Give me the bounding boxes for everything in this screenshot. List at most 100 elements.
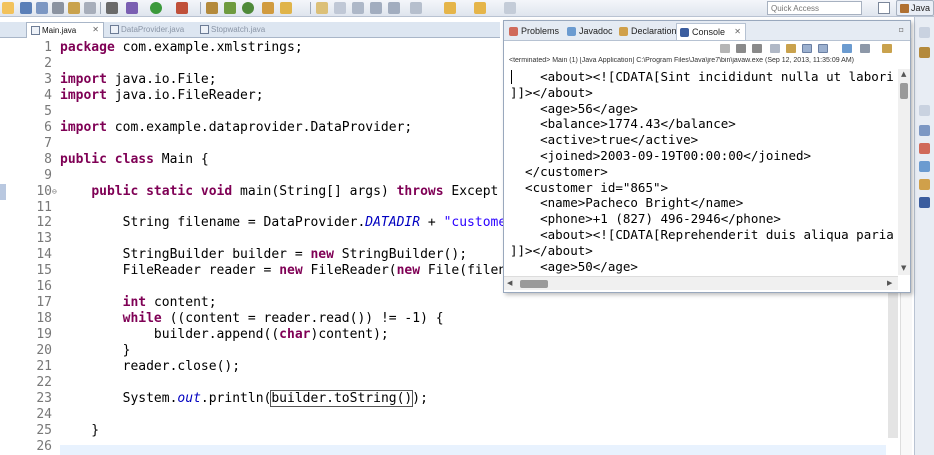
console-vertical-scrollbar[interactable]: ▲ ▼ — [898, 69, 910, 275]
outline-icon[interactable] — [919, 125, 930, 136]
word-wrap-icon[interactable] — [802, 44, 812, 53]
code-editor[interactable]: 1 package com.example.xmlstrings; 2 3 import… — [0, 38, 886, 455]
console-output[interactable]: <about><![CDATA[Sint incididunt nulla ut… — [504, 69, 900, 275]
code-token: [] — [326, 183, 350, 199]
open-icon[interactable] — [68, 2, 80, 14]
tab-console[interactable]: Console ✕ — [676, 23, 746, 40]
remove-launch-icon[interactable] — [736, 44, 746, 53]
keyword: class — [114, 151, 154, 167]
line-number: 8 — [44, 151, 52, 167]
print-preview-icon[interactable] — [84, 2, 96, 14]
open-console-icon[interactable] — [882, 44, 892, 53]
declaration-icon[interactable] — [919, 179, 930, 190]
debug-icon[interactable] — [126, 2, 138, 14]
back-icon[interactable] — [444, 2, 456, 14]
forward-icon[interactable] — [474, 2, 486, 14]
new-java-project-icon[interactable] — [206, 2, 218, 14]
code-token: . — [200, 390, 209, 406]
save-all-icon[interactable] — [36, 2, 48, 14]
pin-console-icon[interactable] — [842, 44, 852, 53]
tab-main-java[interactable]: Main.java ✕ — [26, 22, 104, 38]
previous-annotation-icon[interactable] — [388, 2, 400, 14]
quick-access-input[interactable] — [767, 1, 862, 15]
print-icon[interactable] — [52, 2, 64, 14]
remove-all-terminated-icon[interactable] — [752, 44, 762, 53]
close-icon[interactable]: ✕ — [734, 27, 741, 36]
new-class-icon[interactable] — [242, 2, 254, 14]
code-token: . — [326, 390, 334, 406]
package-explorer-icon[interactable] — [919, 47, 930, 58]
tab-declaration[interactable]: Declaration — [616, 23, 682, 40]
tab-dataprovider-java[interactable]: DataProvider.java — [106, 22, 196, 38]
run-icon[interactable] — [150, 2, 162, 14]
new-icon[interactable] — [2, 2, 14, 14]
perspective-java-button[interactable]: Java — [896, 0, 934, 16]
terminate-icon[interactable] — [720, 44, 730, 53]
keyword: throws — [396, 183, 444, 199]
tab-problems[interactable]: Problems — [506, 23, 563, 40]
toggle-mark-occurrences-icon[interactable] — [316, 2, 328, 14]
code-token: () — [396, 390, 413, 406]
close-icon[interactable]: ✕ — [92, 25, 99, 34]
problems-icon[interactable] — [919, 143, 930, 154]
code-token: + — [420, 215, 444, 231]
search-icon[interactable] — [280, 2, 292, 14]
code-text: import java.io.FileReader; — [60, 88, 264, 104]
code-text: public static void main(String[] args) t… — [60, 184, 498, 200]
scrollbar-thumb[interactable] — [520, 280, 548, 288]
code-token: io — [153, 71, 170, 87]
code-token: reader — [263, 311, 311, 327]
scrollbar-thumb[interactable] — [888, 288, 898, 438]
keyword: int — [122, 295, 147, 311]
code-line: 26 — [0, 439, 934, 455]
external-tools-icon[interactable] — [176, 2, 188, 14]
scroll-left-icon[interactable]: ◀ — [507, 279, 512, 287]
open-perspective-icon[interactable] — [878, 2, 890, 14]
line-number: 24 — [36, 406, 52, 422]
tab-javadoc[interactable]: Javadoc — [564, 23, 616, 40]
code-token: append — [216, 327, 264, 343]
save-icon[interactable] — [20, 2, 32, 14]
new-package-icon[interactable] — [224, 2, 236, 14]
console-output-line: <customer id="865"> — [510, 179, 669, 195]
show-whitespace-icon[interactable] — [352, 2, 364, 14]
code-token: Except — [451, 183, 499, 199]
last-edit-location-icon[interactable] — [410, 2, 422, 14]
clear-console-icon[interactable] — [770, 44, 780, 53]
tab-stopwatch-java[interactable]: Stopwatch.java — [196, 22, 286, 38]
maximize-icon[interactable]: ▫ — [899, 25, 904, 34]
tab-label: DataProvider.java — [121, 25, 185, 34]
fold-toggle-icon[interactable]: ⊖ — [52, 187, 58, 195]
code-line: 18 while ((content = reader.read()) != -… — [0, 311, 934, 327]
console-icon[interactable] — [919, 197, 930, 208]
console-horizontal-scrollbar[interactable]: ◀ ▶ — [504, 276, 898, 290]
pin-editor-icon[interactable] — [504, 2, 516, 14]
toggle-block-selection-icon[interactable] — [334, 2, 346, 14]
minimize-icon[interactable] — [919, 105, 930, 116]
open-type-icon[interactable] — [262, 2, 274, 14]
line-number: 4 — [44, 87, 52, 103]
javadoc-icon[interactable] — [919, 161, 930, 172]
code-token: = — [240, 215, 264, 231]
display-console-icon[interactable] — [860, 44, 870, 53]
line-number: 5 — [44, 103, 52, 119]
scrollbar-thumb[interactable] — [900, 83, 908, 99]
code-token: builder — [271, 390, 327, 406]
code-token: . — [146, 71, 154, 87]
skip-breakpoints-icon[interactable] — [106, 2, 118, 14]
code-token: read — [318, 311, 350, 327]
scroll-down-icon[interactable]: ▼ — [901, 264, 906, 272]
java-perspective-icon — [900, 4, 909, 13]
code-token: StringBuilder — [122, 247, 225, 263]
restore-icon[interactable] — [919, 27, 930, 38]
scroll-up-icon[interactable]: ▲ — [901, 70, 906, 78]
show-on-output-icon[interactable] — [818, 44, 828, 53]
next-annotation-icon[interactable] — [370, 2, 382, 14]
console-output-line: <joined>2003-09-19T00:00:00</joined> — [510, 148, 812, 163]
code-token: FileReader — [122, 263, 201, 279]
scroll-lock-icon[interactable] — [786, 44, 796, 53]
scroll-right-icon[interactable]: ▶ — [887, 279, 892, 287]
